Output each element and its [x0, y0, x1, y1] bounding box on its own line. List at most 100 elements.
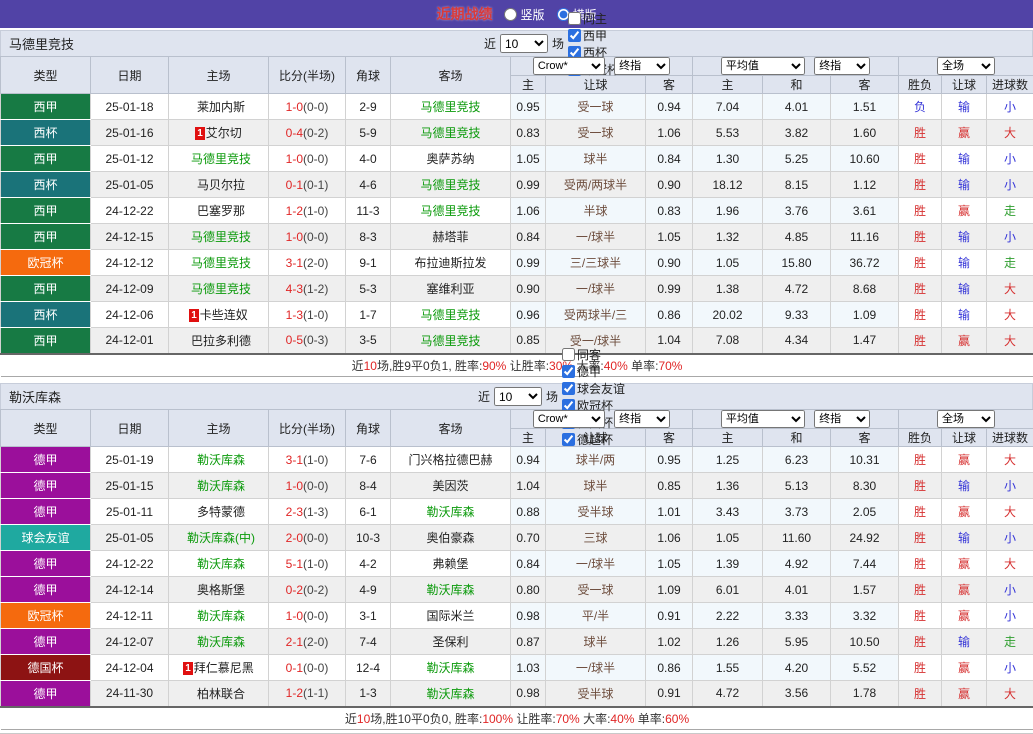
handicap-result-flag: 输 [941, 93, 988, 120]
result-flag: 负 [898, 93, 943, 120]
bookmaker-select[interactable]: Crow* [532, 57, 605, 75]
handicap-stage-select[interactable]: 终指 [614, 57, 671, 75]
match-date: 25-01-18 [90, 93, 169, 120]
result-flag: 胜 [898, 197, 943, 224]
avg-draw-odds: 3.76 [762, 197, 832, 224]
goals-result-flag: 小 [986, 524, 1033, 551]
handicap-line: 一/球半 [545, 275, 646, 302]
avg-home-odds: 1.32 [692, 223, 764, 250]
match-row: 西甲 24-12-15 马德里竞技 1-0(0-0) 8-3 赫塔菲 0.84 … [0, 223, 1033, 250]
filter-checkbox[interactable] [562, 347, 575, 361]
avg-draw-odds: 3.73 [762, 498, 832, 525]
col-home: 主场 [168, 409, 269, 447]
scope-select[interactable]: 全场 [937, 57, 996, 75]
filter-同客[interactable]: 同客 [562, 346, 625, 363]
home-team-name: 多特蒙德 [196, 505, 245, 519]
average-stage-select[interactable]: 终指 [814, 410, 871, 428]
halftime-score: (1-0) [303, 307, 329, 322]
away-team: 奥萨苏纳 [390, 145, 511, 172]
match-score: 4-3(1-2) [268, 275, 346, 302]
corner-score: 4-6 [345, 171, 391, 198]
filter-西甲[interactable]: 西甲 [568, 27, 619, 44]
goals-result-flag: 走 [986, 249, 1033, 276]
avg-draw-odds: 4.20 [762, 654, 832, 681]
corner-score: 9-1 [345, 249, 391, 276]
filter-checkbox[interactable] [562, 432, 575, 446]
handicap-away-odds: 0.83 [644, 197, 694, 224]
league-badge: 西杯 [0, 119, 91, 146]
corner-score: 4-9 [345, 576, 391, 603]
match-date: 24-12-06 [90, 301, 169, 328]
away-team: 弗赖堡 [390, 550, 511, 577]
halftime-score: (1-0) [303, 556, 329, 571]
home-team: 1 艾尔切 [168, 119, 269, 146]
near-label: 近 [483, 37, 496, 51]
match-count-select[interactable]: 10 [499, 34, 548, 53]
average-stage-select[interactable]: 终指 [814, 57, 871, 75]
avg-draw-odds: 4.72 [762, 275, 832, 302]
avg-away-odds: 5.52 [830, 654, 900, 681]
scope-select[interactable]: 全场 [937, 410, 996, 428]
home-team: 马德里竞技 [168, 249, 269, 276]
handicap-home-odds: 0.84 [510, 223, 546, 250]
match-row: 德甲 25-01-19 勒沃库森 3-1(1-0) 7-6 门兴格拉德巴赫 0.… [0, 446, 1033, 473]
average-select[interactable]: 平均值 [720, 57, 805, 75]
matches-label: 场 [545, 390, 558, 404]
match-count-select[interactable]: 10 [493, 387, 542, 406]
away-team: 国际米兰 [390, 602, 511, 629]
match-score: 1-2(1-0) [268, 197, 346, 224]
filter-同主[interactable]: 同主 [568, 10, 619, 27]
handicap-away-odds: 0.90 [644, 249, 694, 276]
away-team-name: 马德里竞技 [420, 204, 481, 218]
fulltime-group: 全场 [898, 409, 1033, 429]
halftime-score: (2-0) [303, 255, 329, 270]
team-section: 马德里竞技 近 10 场 同主西甲西杯欧冠杯 类型 日期 主场 比分(半场) [0, 11, 1033, 377]
avg-draw-odds: 4.01 [762, 93, 832, 120]
halftime-score: (1-0) [303, 203, 329, 218]
match-date: 25-01-19 [90, 446, 169, 473]
filter-checkbox[interactable] [568, 28, 581, 42]
handicap-away-odds: 1.01 [644, 498, 694, 525]
avg-away-odds: 3.32 [830, 602, 900, 629]
avg-home-odds: 2.22 [692, 602, 764, 629]
handicap-line: 球半 [545, 145, 646, 172]
bookmaker-select[interactable]: Crow* [532, 410, 605, 428]
summary-segment: 场,胜9平0负1, 胜率: [376, 358, 483, 373]
corner-score: 12-4 [345, 654, 391, 681]
avg-draw-odds: 3.82 [762, 119, 832, 146]
result-flag: 胜 [898, 680, 943, 707]
home-team: 多特蒙德 [168, 498, 269, 525]
corner-score: 7-6 [345, 446, 391, 473]
match-score: 1-0(0-0) [268, 602, 346, 629]
filter-checkbox[interactable] [562, 364, 575, 378]
filter-checkbox[interactable] [562, 381, 575, 395]
team-section: 勒沃库森 近 10 场 同客德甲球会友谊欧冠杯德国杯德超杯 类型 日期 主场 [0, 347, 1033, 730]
subcol-handicap-result: 让球 [941, 428, 988, 447]
goals-result-flag: 小 [986, 602, 1033, 629]
filter-checkbox[interactable] [568, 11, 581, 25]
avg-draw-odds: 5.95 [762, 628, 832, 655]
summary-segment: 场,胜10平0负0, 胜率: [370, 711, 483, 726]
filter-德甲[interactable]: 德甲 [562, 363, 625, 380]
average-select[interactable]: 平均值 [720, 410, 805, 428]
corner-score: 8-3 [345, 223, 391, 250]
col-type: 类型 [0, 409, 91, 447]
fulltime-score: 1-2 [285, 686, 303, 701]
result-flag: 胜 [898, 602, 943, 629]
handicap-home-odds: 0.98 [510, 602, 546, 629]
handicap-stage-select[interactable]: 终指 [614, 410, 671, 428]
league-badge: 德甲 [0, 550, 91, 577]
home-team-name: 巴拉多利德 [190, 333, 251, 348]
summary-segment: 10 [363, 358, 377, 373]
home-team: 1 卡些连奴 [168, 301, 269, 328]
team-name: 勒沃库森 [9, 390, 62, 405]
away-team-name: 奥萨苏纳 [426, 152, 475, 166]
handicap-home-odds: 0.88 [510, 498, 546, 525]
avg-home-odds: 1.05 [692, 524, 764, 551]
average-odds-group: 平均值 终指 [692, 56, 900, 76]
match-row: 德甲 24-12-22 勒沃库森 5-1(1-0) 4-2 弗赖堡 0.84 一… [0, 550, 1033, 577]
filter-球会友谊[interactable]: 球会友谊 [562, 380, 625, 397]
col-date: 日期 [90, 56, 169, 94]
away-team-name: 美因茨 [432, 479, 469, 493]
corner-score: 5-9 [345, 119, 391, 146]
